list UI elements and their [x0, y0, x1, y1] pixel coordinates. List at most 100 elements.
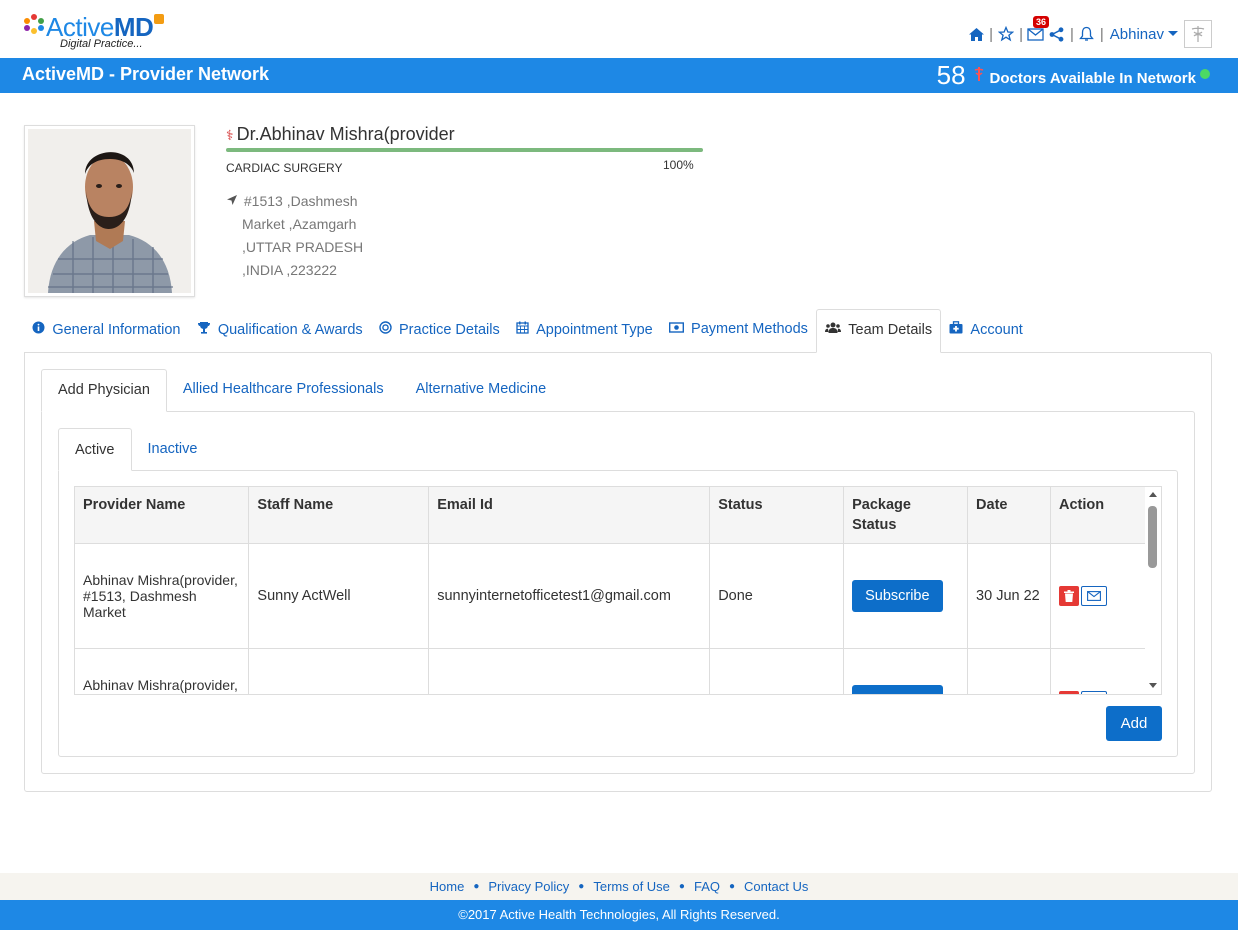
date-cell: 30 Jun 22 [967, 543, 1051, 649]
address-line: ,INDIA ,223222 [242, 262, 337, 278]
bell-icon[interactable] [1078, 25, 1096, 43]
user-menu[interactable]: Abhinav [1110, 26, 1178, 43]
page-title: ActiveMD - Provider Network [22, 64, 270, 84]
tab-label: Team Details [848, 322, 933, 338]
footer-separator: ● [678, 881, 685, 892]
logo-badge-icon [154, 14, 165, 24]
mail-count-badge: 36 [1032, 16, 1049, 28]
tab-qualification-awards[interactable]: Qualification & Awards [189, 309, 371, 353]
scroll-thumb[interactable] [1148, 506, 1157, 568]
address-line: #1513 ,Dashmesh [243, 193, 358, 209]
tab-team-details[interactable]: Team Details [815, 309, 942, 353]
footer-copyright: ©2017 Active Health Technologies, All Ri… [0, 900, 1238, 930]
column-header[interactable]: Date [967, 487, 1051, 544]
status-tabs: Active Inactive [58, 428, 213, 471]
package-status-cell: Subscribe [843, 543, 969, 649]
footer-separator: ● [578, 881, 585, 892]
logo-flower-icon [24, 14, 44, 34]
tab-label: Account [970, 322, 1023, 338]
column-header[interactable]: Staff Name [248, 487, 430, 544]
doctors-label: Doctors Available In Network [989, 70, 1196, 87]
footer-link-privacy[interactable]: Privacy Policy [488, 879, 569, 894]
package-status-cell: Subscribe [843, 648, 969, 694]
caduceus-icon[interactable] [1184, 20, 1212, 48]
calendar-icon [516, 321, 532, 337]
delete-icon[interactable] [1058, 586, 1079, 606]
tab-appointment-type[interactable]: Appointment Type [508, 309, 661, 353]
footer-separator: ● [473, 881, 480, 892]
profile-photo [24, 125, 195, 297]
user-name: Abhinav [1109, 25, 1164, 43]
staff-name-cell: Sunny ActWell [248, 543, 430, 649]
address-line: Market ,Azamgarh [242, 216, 357, 232]
add-button[interactable]: Add [1106, 706, 1162, 741]
tab-active[interactable]: Active [58, 428, 132, 471]
tab-add-physician[interactable]: Add Physician [41, 369, 167, 412]
header-icon-bar: | | 36 | | Abhinav [967, 16, 1212, 48]
header-separator: | [1069, 25, 1074, 43]
provider-name-cell: Abhinav Mishra(provider, #1513, Dashmesh… [75, 543, 250, 649]
physician-table[interactable]: Provider Name Staff Name Email Id Status… [74, 486, 1162, 695]
column-header[interactable]: Email Id [428, 487, 711, 544]
doctor-specialty: CARDIAC SURGERY [226, 161, 343, 175]
activemd-logo[interactable]: ActiveMD Digital Practice... [24, 14, 165, 50]
column-header[interactable]: Status [709, 487, 845, 544]
footer-link-contact[interactable]: Contact Us [744, 879, 808, 894]
mail-icon[interactable] [1080, 691, 1107, 694]
share-icon[interactable] [1048, 25, 1066, 43]
tab-label: Payment Methods [691, 321, 808, 337]
table-scrollbar[interactable] [1145, 487, 1161, 694]
date-cell: 30 Jun 22 [967, 648, 1051, 694]
action-cell [1050, 543, 1147, 649]
table-header-row: Provider Name Staff Name Email Id Status… [75, 487, 1147, 544]
footer-links: Home ● Privacy Policy ● Terms of Use ● F… [0, 873, 1238, 900]
provider-network-bar: ActiveMD - Provider Network 58 Doctors A… [0, 58, 1238, 93]
tab-label: General Information [52, 322, 181, 338]
mail-icon[interactable]: 36 [1027, 16, 1049, 43]
tab-account[interactable]: Account [941, 309, 1031, 353]
delete-icon[interactable] [1058, 691, 1079, 694]
online-status-dot [1200, 68, 1210, 79]
money-icon [668, 322, 687, 336]
doctor-address: #1513 ,Dashmesh Market ,Azamgarh ,UTTAR … [226, 190, 406, 282]
star-icon[interactable] [997, 25, 1015, 43]
tab-label: Appointment Type [536, 322, 653, 338]
column-header[interactable]: Package Status [843, 487, 969, 544]
top-header: ActiveMD Digital Practice... | | 36 | | … [0, 0, 1238, 58]
tab-payment-methods[interactable]: Payment Methods [661, 309, 816, 353]
medkit-icon [949, 321, 966, 337]
status-cell: Done [709, 648, 845, 694]
home-icon[interactable] [967, 25, 985, 43]
doctors-count: 58 [936, 60, 966, 90]
subscribe-button[interactable]: Subscribe [852, 580, 943, 612]
doctor-name: ⚕ Dr.Abhinav Mishra(provider [226, 124, 455, 145]
doctor-portrait [28, 129, 191, 293]
footer-link-terms[interactable]: Terms of Use [593, 879, 670, 894]
table-row: Abhinav Mishra(provider, #1513, Dashmesh… [75, 543, 1147, 649]
footer-link-faq[interactable]: FAQ [694, 879, 720, 894]
footer-link-home[interactable]: Home [430, 879, 465, 894]
scroll-up-arrow-icon[interactable] [1149, 492, 1157, 497]
team-category-tabs: Add Physician Allied Healthcare Professi… [41, 369, 562, 412]
info-icon [32, 321, 48, 337]
subscribe-button[interactable]: Subscribe [852, 685, 943, 694]
profile-tabs: General Information Qualification & Awar… [24, 309, 1031, 353]
tab-practice-details[interactable]: Practice Details [371, 309, 508, 353]
tab-allied-healthcare[interactable]: Allied Healthcare Professionals [167, 369, 400, 412]
tab-alternative-medicine[interactable]: Alternative Medicine [400, 369, 563, 412]
tab-inactive[interactable]: Inactive [132, 428, 214, 471]
email-cell: sunnyinternetofficetest7@gmail.com [428, 648, 711, 694]
tab-label: Qualification & Awards [217, 322, 363, 338]
scroll-down-arrow-icon[interactable] [1149, 683, 1157, 688]
mail-icon[interactable] [1080, 586, 1107, 606]
column-header: Action [1050, 487, 1147, 544]
email-cell: sunnyinternetofficetest1@gmail.com [428, 543, 711, 649]
trophy-icon [197, 322, 214, 337]
column-header[interactable]: Provider Name [75, 487, 250, 544]
profile-completion-bar [226, 148, 703, 152]
chevron-down-icon [1168, 30, 1178, 36]
tab-general-information[interactable]: General Information [24, 309, 189, 353]
network-status: 58 Doctors Available In Network [937, 60, 1210, 91]
address-line: ,UTTAR PRADESH [242, 239, 364, 255]
header-separator: | [1019, 25, 1023, 43]
